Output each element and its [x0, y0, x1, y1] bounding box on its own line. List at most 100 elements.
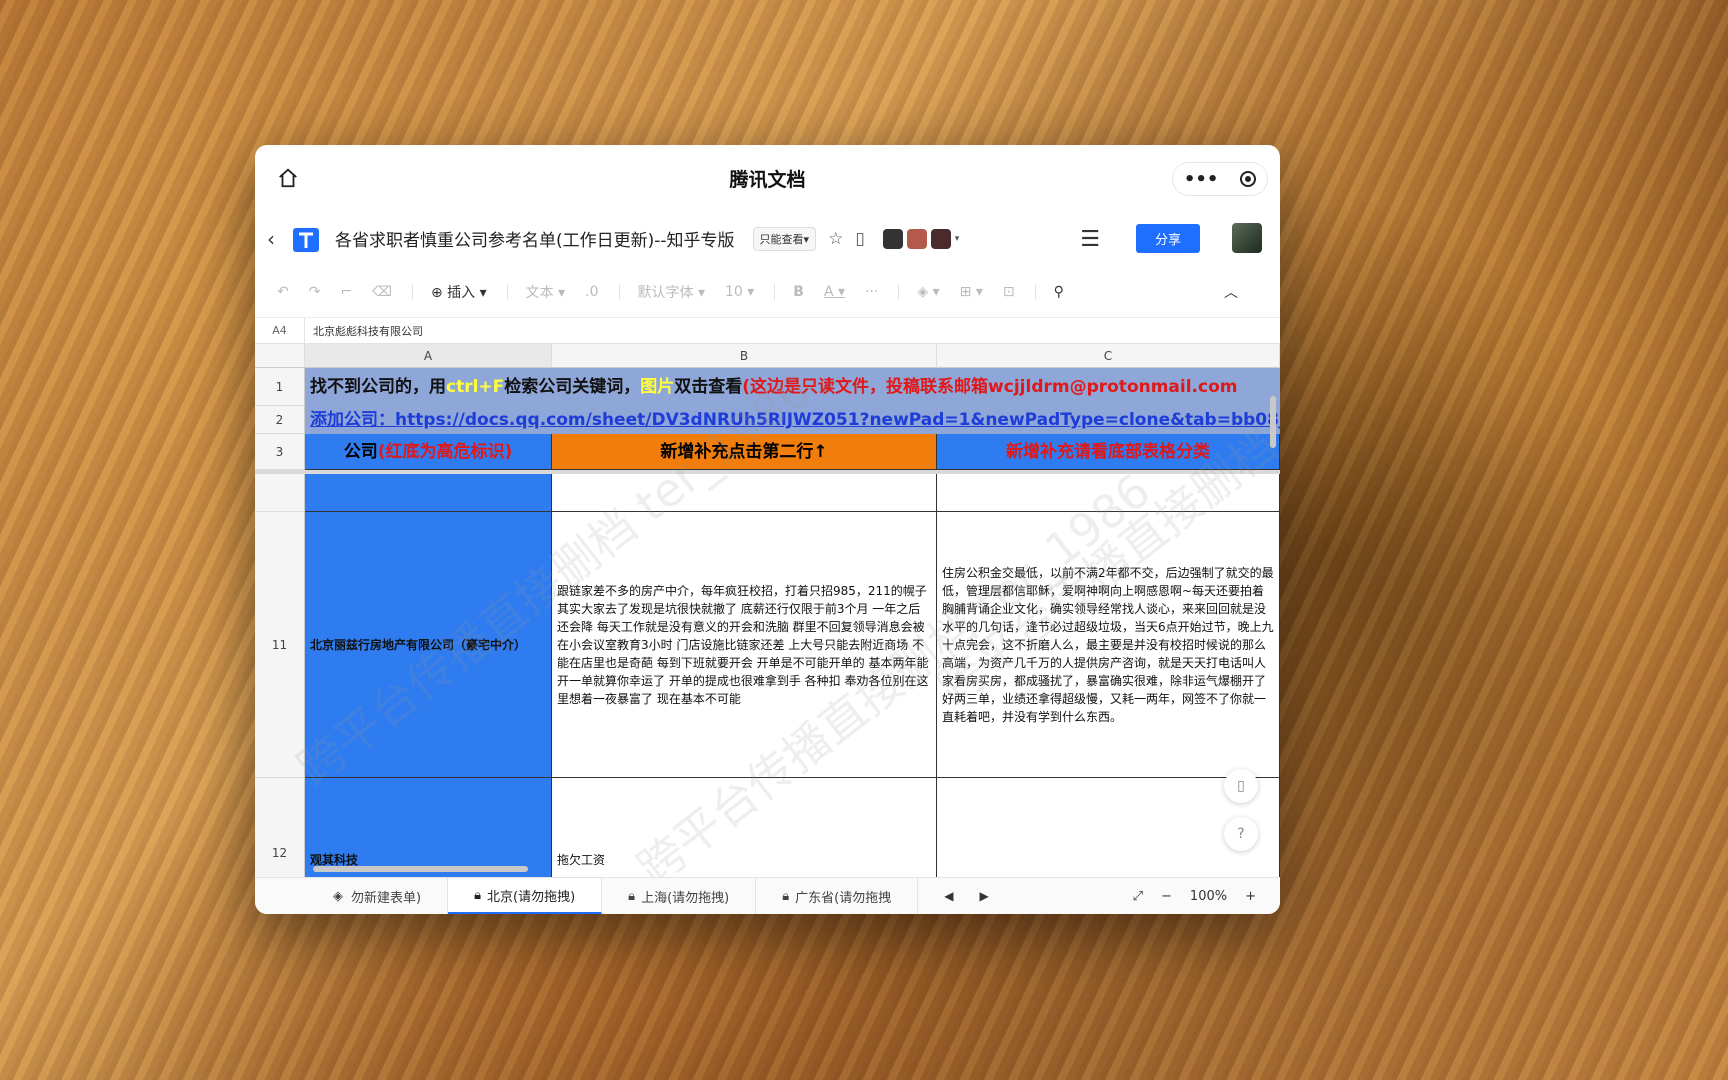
- add-supplement-header[interactable]: 新增补充点击第二行↑: [552, 434, 937, 470]
- zoom-controls: ⤢ − 100% +: [1133, 889, 1256, 904]
- divider: [618, 283, 620, 300]
- text-color-icon[interactable]: A ▾: [824, 284, 845, 300]
- layers-icon: ◈: [333, 888, 343, 904]
- editing-toolbar: ↶ ↷ ⌐ ⌫ ⊕ 插入 ▾ 文本 ▾ .0 默认字体 ▾ 10 ▾ B A ▾…: [255, 266, 1280, 318]
- notice-banner-row[interactable]: 找不到公司的，用ctrl+F检索公司关键词，图片双击查看(这边是只读文件，投稿联…: [305, 368, 1280, 406]
- formula-value[interactable]: 北京彪彪科技有限公司: [305, 323, 423, 339]
- row-header-3[interactable]: 3: [255, 434, 305, 470]
- format-painter-icon[interactable]: ⌐: [340, 284, 352, 300]
- grid-cell[interactable]: [552, 474, 937, 512]
- zoom-level[interactable]: 100%: [1190, 889, 1227, 904]
- redo-icon[interactable]: ↷: [309, 284, 321, 300]
- high-risk-note: (红底为高危标识): [377, 442, 513, 462]
- bold-button[interactable]: B: [793, 284, 804, 300]
- hamburger-menu-icon[interactable]: ☰: [1080, 227, 1100, 252]
- chevron-down-icon: ▾: [954, 233, 960, 244]
- tab-label: 北京(请勿拖拽): [487, 889, 576, 905]
- tencent-docs-logo-icon: [293, 227, 319, 252]
- back-chevron-icon[interactable]: ‹: [267, 227, 283, 251]
- tab-prev-icon[interactable]: ◀: [944, 889, 953, 903]
- font-size-dropdown[interactable]: 10 ▾: [725, 284, 754, 300]
- share-button[interactable]: 分享: [1136, 224, 1200, 253]
- row-header-11[interactable]: 11: [255, 512, 305, 778]
- lock-icon: 🔒︎: [628, 888, 636, 904]
- help-icon[interactable]: ?: [1224, 817, 1258, 851]
- notice-text: 找不到公司的，用: [310, 377, 446, 397]
- spreadsheet-grid: A B C 1 2 3 11 12 找不到公司的，用ctrl+F检索公司关键词，…: [255, 344, 1280, 877]
- divider: [774, 283, 776, 300]
- user-avatar[interactable]: [1232, 223, 1262, 253]
- mobile-view-icon[interactable]: ▯: [1224, 769, 1258, 803]
- home-icon[interactable]: [277, 167, 299, 189]
- collaborator-avatars[interactable]: ▾: [882, 228, 960, 249]
- more-dots-icon[interactable]: •••: [1184, 169, 1219, 190]
- tab-beijing[interactable]: 🔒︎ 北京(请勿拖拽): [448, 878, 603, 914]
- lock-icon: 🔒︎: [782, 888, 790, 904]
- notice-text: 检索公司关键词，: [504, 377, 641, 397]
- vertical-scrollbar[interactable]: [1270, 396, 1276, 448]
- window-title: 腾讯文档: [729, 168, 806, 191]
- row-header-4[interactable]: [255, 474, 305, 512]
- divider: [898, 283, 900, 300]
- supplement-category-header[interactable]: 新增补充请看底部表格分类: [937, 434, 1280, 470]
- horizontal-scrollbar[interactable]: [313, 866, 528, 872]
- notice-shortcut: ctrl+F: [446, 377, 505, 397]
- grid-cell[interactable]: [305, 474, 552, 512]
- company-column-header[interactable]: 公司(红底为高危标识): [305, 434, 552, 470]
- notice-contact: (这边是只读文件，投稿联系邮箱wcjjldrm@protonmail.com: [742, 377, 1238, 397]
- file-info-icon[interactable]: ▯: [855, 229, 864, 249]
- star-icon[interactable]: ☆: [828, 229, 843, 249]
- avatar: [906, 228, 927, 249]
- lock-icon: 🔒︎: [474, 887, 481, 903]
- tab-label: 广东省(请勿拖拽: [795, 890, 892, 906]
- column-header-c[interactable]: C: [937, 344, 1280, 368]
- zoom-out-button[interactable]: −: [1161, 889, 1172, 904]
- decimal-button[interactable]: .0: [585, 284, 598, 300]
- mini-program-capsule: •••: [1172, 162, 1268, 196]
- insert-button[interactable]: ⊕ 插入 ▾: [431, 282, 487, 302]
- add-company-link[interactable]: 添加公司：https://docs.qq.com/sheet/DV3dNRUh5…: [305, 406, 1280, 434]
- borders-icon[interactable]: ⊞ ▾: [960, 284, 983, 300]
- tab-label: 上海(请勿拖拽): [641, 890, 730, 906]
- divider: [1034, 283, 1036, 300]
- eraser-icon[interactable]: ⌫: [372, 284, 392, 300]
- company-label: 公司: [343, 442, 378, 462]
- undo-icon[interactable]: ↶: [277, 284, 289, 300]
- close-target-icon[interactable]: [1240, 171, 1257, 187]
- avatar: [930, 228, 951, 249]
- zoom-in-button[interactable]: +: [1245, 889, 1256, 904]
- document-header: ‹ 各省求职者慎重公司参考名单(工作日更新)--知乎专版 只能查看▾ ☆ ▯ ▾…: [255, 211, 1280, 266]
- company-name-cell[interactable]: 北京丽兹行房地产有限公司（豪宅中介）: [305, 512, 552, 778]
- merge-cells-icon[interactable]: ⊡: [1003, 284, 1015, 300]
- select-all-corner[interactable]: [255, 344, 305, 368]
- row-header-12[interactable]: 12: [255, 778, 305, 877]
- company-name-cell[interactable]: 观其科技: [305, 778, 552, 877]
- review-cell[interactable]: 住房公积金交最低，以前不满2年都不交，后边强制了就交的最低，管理层都信耶稣，爱啊…: [937, 512, 1280, 778]
- column-header-b[interactable]: B: [552, 344, 937, 368]
- sheet-tab-bar: ◈ 勿新建表单) 🔒︎ 北京(请勿拖拽) 🔒︎ 上海(请勿拖拽) 🔒︎ 广东省(…: [255, 877, 1280, 914]
- tab-guangdong[interactable]: 🔒︎ 广东省(请勿拖拽: [756, 878, 919, 914]
- grid-cell[interactable]: [937, 474, 1280, 512]
- tab-shanghai[interactable]: 🔒︎ 上海(请勿拖拽): [602, 878, 757, 914]
- text-format-dropdown[interactable]: 文本 ▾: [526, 282, 565, 302]
- collapse-toolbar-icon[interactable]: ︿: [1224, 282, 1238, 302]
- notice-image-hint: 图片: [640, 377, 675, 397]
- font-family-dropdown[interactable]: 默认字体 ▾: [638, 282, 705, 302]
- tab-next-icon[interactable]: ▶: [979, 889, 988, 903]
- readonly-badge[interactable]: 只能查看▾: [752, 226, 817, 251]
- fullscreen-icon[interactable]: ⤢: [1133, 889, 1143, 904]
- row-header-1[interactable]: 1: [255, 368, 305, 406]
- search-icon[interactable]: ⚲: [1054, 284, 1064, 300]
- more-options-button[interactable]: ···: [865, 284, 878, 300]
- row-header-2[interactable]: 2: [255, 406, 305, 434]
- title-bar: 腾讯文档 •••: [255, 145, 1280, 211]
- cell-reference[interactable]: A4: [255, 318, 305, 343]
- tab-label: 勿新建表单): [351, 890, 422, 906]
- fill-color-icon[interactable]: ◈ ▾: [917, 284, 939, 300]
- avatar: [882, 228, 903, 249]
- review-cell[interactable]: 跟链家差不多的房产中介，每年疯狂校招，打着只招985，211的幌子 其实大家去了…: [552, 512, 937, 778]
- tab-new-form[interactable]: ◈ 勿新建表单): [255, 878, 449, 914]
- review-cell[interactable]: 拖欠工资: [552, 778, 937, 877]
- app-window: 腾讯文档 ••• ‹ 各省求职者慎重公司参考名单(工作日更新)--知乎专版 只能…: [255, 145, 1280, 914]
- column-header-a[interactable]: A: [305, 344, 552, 368]
